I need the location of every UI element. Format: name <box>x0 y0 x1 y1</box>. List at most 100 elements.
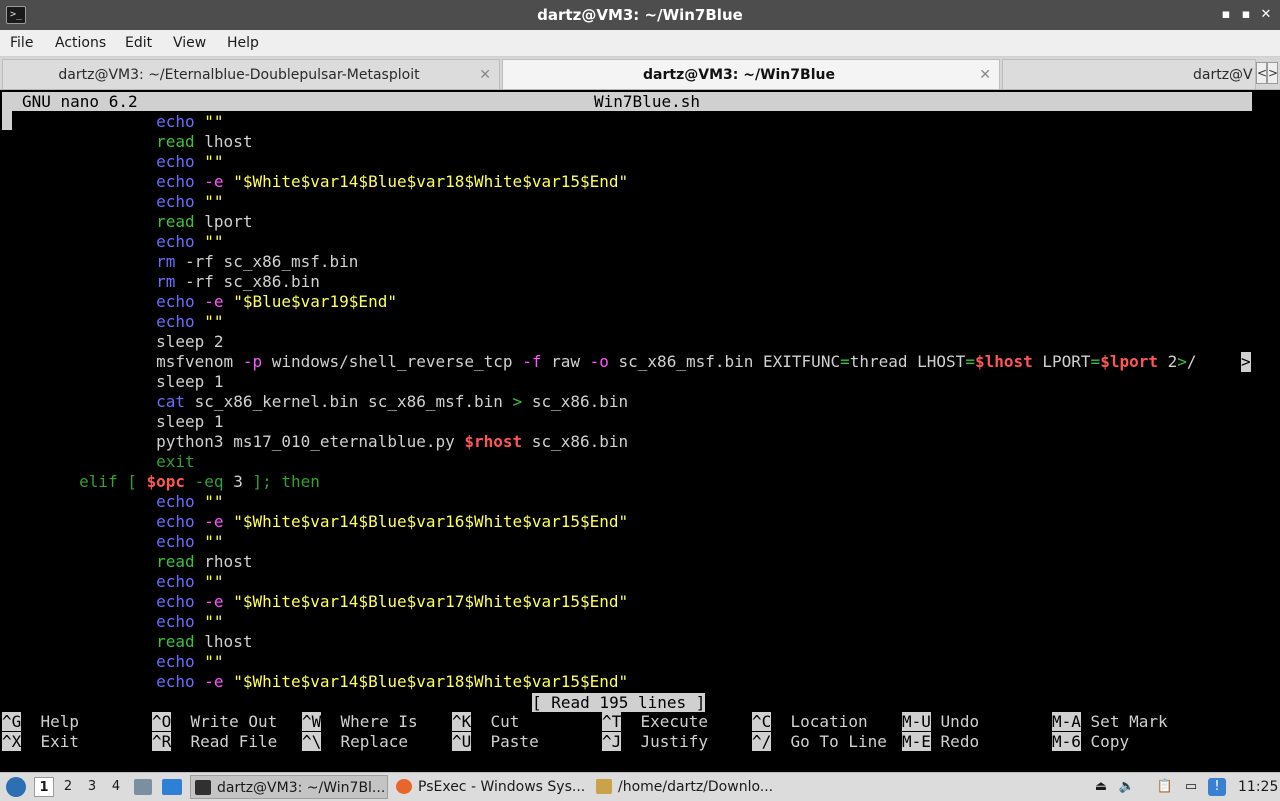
code-token: -e <box>204 172 224 191</box>
code-line: echo "" <box>2 652 224 672</box>
tab-close-icon[interactable]: ✕ <box>479 60 491 89</box>
code-token: sc_x86.bin <box>522 392 629 411</box>
code-token: = <box>965 352 975 371</box>
code-token: "" <box>204 152 224 171</box>
code-token: $lport <box>1100 352 1158 371</box>
menu-actions[interactable]: Actions <box>55 30 106 56</box>
code-token: $rhost <box>464 432 523 451</box>
code-token: 2 <box>1157 352 1178 371</box>
menu-file[interactable]: File <box>10 30 33 56</box>
task-terminal[interactable]: dartz@VM3: ~/Win7Bl... <box>190 775 388 799</box>
clock[interactable]: 11:25 <box>1238 773 1278 801</box>
shortcut-set-mark[interactable]: M-A Set Mark <box>1052 712 1168 732</box>
tab-win7blue[interactable]: dartz@VM3: ~/Win7Blue ✕ <box>502 59 1000 89</box>
code-token: python3 ms17_010_eternalblue.py <box>2 432 465 451</box>
code-token: lhost <box>194 632 253 651</box>
shortcut-execute[interactable]: ^T Execute <box>602 712 708 732</box>
code-token: "" <box>204 232 224 251</box>
shortcut-paste[interactable]: ^U Paste <box>452 732 539 752</box>
code-token: echo <box>156 172 195 191</box>
lubuntu-start-icon[interactable] <box>6 777 26 797</box>
desktop-icon[interactable] <box>162 779 182 795</box>
shortcut-help[interactable]: ^G Help <box>2 712 79 732</box>
shortcut-key: ^C <box>752 712 772 731</box>
shortcut-exit[interactable]: ^X Exit <box>2 732 79 752</box>
tab-scroll-right-button[interactable]: > <box>1267 62 1278 84</box>
shortcut-redo[interactable]: M-E Redo <box>902 732 979 752</box>
code-token: "" <box>204 612 224 631</box>
volume-icon[interactable]: 🔈 <box>1118 778 1136 796</box>
minimize-button[interactable]: ▪ <box>1218 7 1234 23</box>
menu-view[interactable]: View <box>173 30 206 56</box>
code-token: "$White$var14$Blue$var17$White$var15$End… <box>233 592 629 611</box>
code-token: -rf sc_x86.bin <box>175 272 320 291</box>
shortcut-label: Copy <box>1090 732 1130 751</box>
tab-eternalblue[interactable]: dartz@VM3: ~/Eternalblue-Doublepulsar-Me… <box>2 59 500 89</box>
clipboard-icon[interactable]: 📋 <box>1156 778 1174 796</box>
tab-close-icon[interactable]: ✕ <box>979 60 991 89</box>
tab-partial[interactable]: dartz@V <box>1002 59 1256 89</box>
menu-edit[interactable]: Edit <box>125 30 152 56</box>
shortcut-go-to-line[interactable]: ^/ Go To Line <box>752 732 887 752</box>
shortcut-label: Paste <box>490 732 539 751</box>
code-token: "" <box>204 652 224 671</box>
code-token: / <box>1186 352 1197 371</box>
code-token: echo <box>156 672 195 691</box>
shortcut-undo[interactable]: M-U Undo <box>902 712 979 732</box>
close-button[interactable]: ✕ <box>1258 7 1274 23</box>
terminal-icon <box>195 780 211 795</box>
network-icon[interactable]: ▭ <box>1182 778 1200 796</box>
workspace-3[interactable]: 3 <box>82 777 102 797</box>
code-token: "" <box>204 112 224 131</box>
workspace-1[interactable]: 1 <box>34 777 54 797</box>
shortcut-label: Replace <box>340 732 408 751</box>
shortcut-justify[interactable]: ^J Justify <box>602 732 708 752</box>
tray-eject-icon[interactable]: ⏏ <box>1092 778 1110 796</box>
window-titlebar[interactable]: >_ dartz@VM3: ~/Win7Blue ▪ ▪ ✕ <box>0 0 1280 30</box>
code-line: cat sc_x86_kernel.bin sc_x86_msf.bin > s… <box>2 392 628 412</box>
task-file-manager[interactable]: /home/dartz/Downlo... <box>592 775 788 799</box>
updates-icon[interactable]: ! <box>1208 778 1226 796</box>
shortcut-read-file[interactable]: ^R Read File <box>152 732 277 752</box>
code-line: echo "" <box>2 532 223 552</box>
file-manager-launcher-icon[interactable] <box>134 779 152 795</box>
code-token: -p <box>242 352 263 371</box>
code-token: sleep 1 <box>156 372 224 391</box>
menu-help[interactable]: Help <box>227 30 259 56</box>
terminal-area[interactable]: GNU nano 6.2 Win7Blue.sh echo "" read lh… <box>0 90 1280 772</box>
code-token: = <box>840 352 850 371</box>
code-line: sleep 1 <box>2 372 224 392</box>
code-token: "$Blue$var19$End" <box>233 292 397 311</box>
maximize-button[interactable]: ▪ <box>1238 7 1254 23</box>
workspace-4[interactable]: 4 <box>106 777 126 797</box>
code-token: echo <box>156 612 195 631</box>
shortcut-replace[interactable]: ^\ Replace <box>302 732 408 752</box>
code-token: -e <box>204 292 224 311</box>
code-token: > <box>1177 352 1187 371</box>
workspace-2[interactable]: 2 <box>58 777 78 797</box>
shortcut-copy[interactable]: M-6 Copy <box>1052 732 1129 752</box>
task-firefox[interactable]: PsExec - Windows Sys... <box>392 775 588 799</box>
tab-scroll-left-button[interactable]: < <box>1256 62 1267 84</box>
firefox-icon <box>396 779 412 794</box>
file-manager-icon <box>596 779 612 794</box>
shortcut-cut[interactable]: ^K Cut <box>452 712 519 732</box>
shortcut-location[interactable]: ^C Location <box>752 712 868 732</box>
shortcut-where-is[interactable]: ^W Where Is <box>302 712 418 732</box>
nano-status-message: [ Read 195 lines ] <box>532 693 706 712</box>
shortcut-write-out[interactable]: ^O Write Out <box>152 712 277 732</box>
